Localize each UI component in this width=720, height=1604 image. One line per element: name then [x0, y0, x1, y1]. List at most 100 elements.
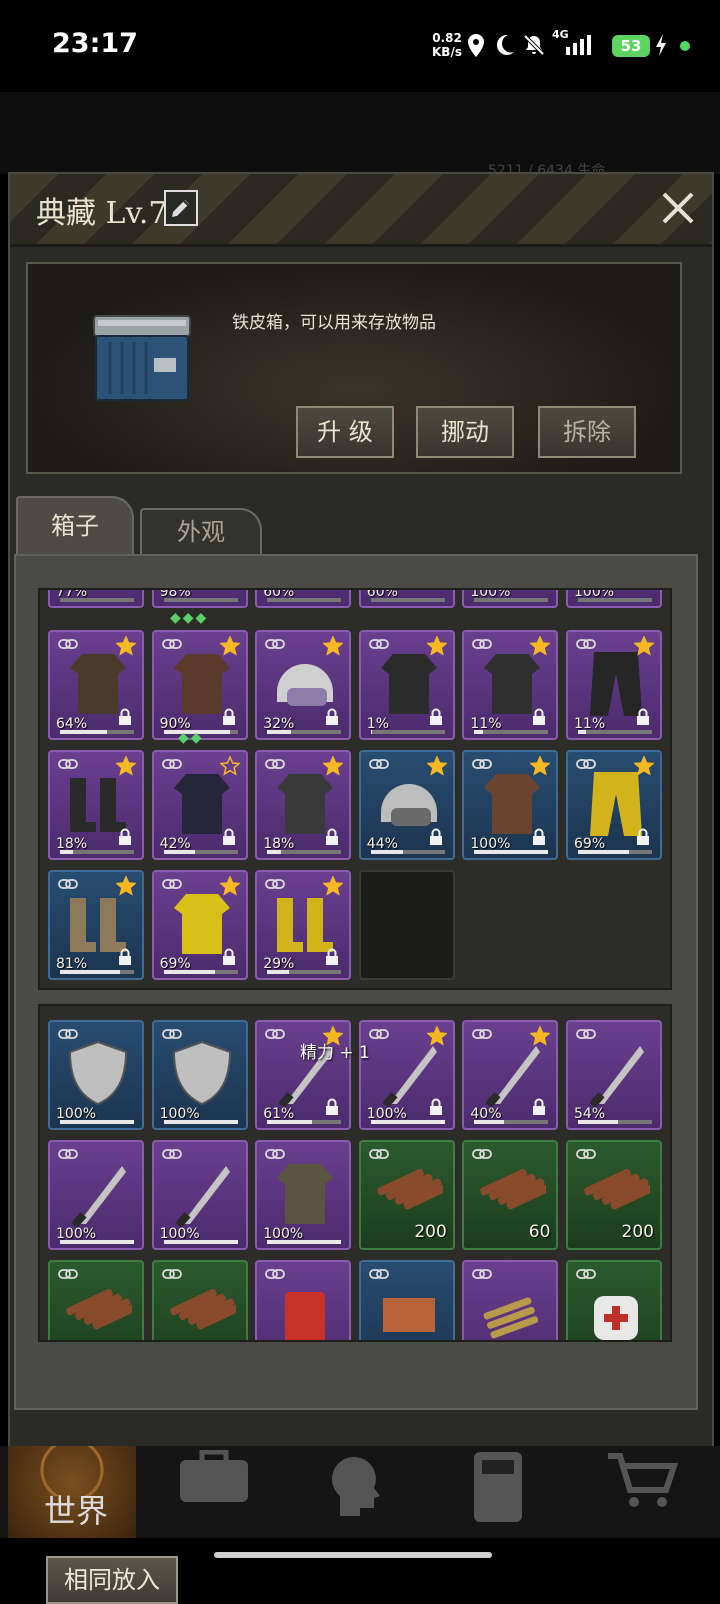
- link-icon: [58, 759, 78, 769]
- wood-icon: [66, 1288, 132, 1330]
- link-icon: [368, 1149, 389, 1159]
- equipment-slot[interactable]: 81%: [48, 870, 144, 980]
- equipment-slot-partial[interactable]: 100%: [566, 590, 662, 608]
- storage-slot[interactable]: 100%: [48, 1020, 144, 1130]
- storage-slot[interactable]: 100%: [48, 1140, 144, 1250]
- star-icon: [530, 756, 551, 776]
- link-icon: [265, 879, 286, 889]
- upgrade-button[interactable]: 升 级: [296, 406, 394, 458]
- durability-percent: 54%: [574, 1106, 606, 1122]
- star-icon: [116, 756, 136, 776]
- storage-slot[interactable]: 100%: [255, 1140, 352, 1250]
- equipment-slot[interactable]: 1%: [358, 630, 455, 740]
- net-speed-value: 0.82: [432, 31, 462, 45]
- durability-percent: 64%: [56, 716, 88, 732]
- storage-slot[interactable]: 100%: [358, 1020, 455, 1130]
- durability-percent: 42%: [159, 836, 191, 852]
- dismantle-button[interactable]: 拆除: [538, 406, 636, 458]
- durability-percent: 69%: [574, 836, 606, 852]
- storage-slot[interactable]: 61%: [255, 1020, 352, 1130]
- close-icon[interactable]: [658, 188, 698, 228]
- dialog-title: 典藏 Lv.7: [36, 196, 168, 231]
- home-indicator[interactable]: [214, 1552, 492, 1558]
- bullets-icon: [484, 1297, 539, 1339]
- phone-icon[interactable]: [470, 1450, 526, 1524]
- equipment-slot[interactable]: 64%: [48, 630, 144, 740]
- tab-content: 77% 98% 60% 60% 100% 100% 64% 90% 32% 1% 11% 11% 18%…: [14, 554, 698, 1604]
- durability-percent: 100%: [470, 588, 511, 600]
- storage-slot[interactable]: [48, 1260, 144, 1340]
- equipment-slot[interactable]: 29%: [255, 870, 352, 980]
- storage-slot[interactable]: 100%: [151, 1140, 248, 1250]
- backpack-icon[interactable]: [176, 1450, 252, 1510]
- mute-bell-icon: [523, 34, 545, 56]
- link-icon: [161, 1029, 182, 1039]
- storage-slot[interactable]: [255, 1260, 352, 1340]
- storage-slot[interactable]: [462, 1260, 559, 1340]
- durability-percent: 44%: [366, 836, 398, 852]
- durability-percent: 100%: [159, 1226, 200, 1242]
- equipment-slot[interactable]: 69%: [566, 750, 662, 860]
- storage-slot[interactable]: 100%: [151, 1020, 248, 1130]
- link-icon: [265, 1029, 286, 1039]
- storage-slot[interactable]: 200: [358, 1140, 455, 1250]
- parka-icon: [277, 1164, 334, 1224]
- storage-slot[interactable]: 60: [462, 1140, 559, 1250]
- bandage-icon: [594, 1296, 638, 1340]
- equipment-slot[interactable]: 69%: [151, 870, 248, 980]
- battery-indicator: 53: [612, 35, 650, 57]
- durability-percent: 29%: [263, 956, 295, 972]
- equipment-slot[interactable]: 18%: [48, 750, 144, 860]
- move-button[interactable]: 挪动: [416, 406, 514, 458]
- machete-icon: [589, 1046, 644, 1108]
- equipment-slot-partial[interactable]: 100%: [462, 588, 559, 608]
- head-skills-icon[interactable]: [320, 1450, 390, 1520]
- iron-chest-icon: [93, 315, 191, 401]
- durability-percent: 60%: [366, 588, 398, 600]
- equipment-slot[interactable]: 11%: [566, 630, 662, 740]
- link-icon: [576, 1269, 596, 1279]
- equipment-slot[interactable]: 42%: [151, 750, 248, 860]
- link-icon: [265, 1149, 286, 1159]
- shopping-cart-icon[interactable]: [606, 1450, 678, 1510]
- nav-world[interactable]: 世界: [8, 1438, 136, 1538]
- equipment-slot[interactable]: 32%: [255, 630, 352, 740]
- star-icon: [323, 636, 344, 656]
- equipment-grid[interactable]: 77% 98% 60% 60% 100% 100% 64% 90% 32% 1% 11% 11% 18%…: [38, 588, 672, 990]
- rename-button[interactable]: [164, 190, 198, 226]
- equipment-slot[interactable]: 11%: [462, 630, 559, 740]
- equipment-slot[interactable]: 90%: [151, 630, 248, 740]
- same-put-in-button[interactable]: 相同放入: [46, 1556, 178, 1604]
- location-icon: [468, 34, 484, 57]
- tab-appearance[interactable]: 外观: [140, 508, 262, 554]
- lock-icon: [326, 1098, 339, 1115]
- equipment-slot[interactable]: 18%: [255, 750, 352, 860]
- equipment-slot-partial[interactable]: 77%: [48, 590, 144, 608]
- machete-icon: [175, 1166, 230, 1228]
- storage-slot[interactable]: 54%: [566, 1020, 662, 1130]
- durability-percent: 98%: [159, 588, 191, 600]
- storage-slot[interactable]: [358, 1260, 455, 1340]
- storage-slot[interactable]: 40%: [462, 1020, 559, 1130]
- equipment-slot[interactable]: 100%: [462, 750, 559, 860]
- equipment-slot-partial[interactable]: 60%: [358, 588, 455, 608]
- item-count: 200: [414, 1222, 447, 1242]
- link-icon: [576, 759, 596, 769]
- storage-slot[interactable]: [151, 1260, 248, 1340]
- durability-percent: 100%: [56, 1106, 97, 1122]
- storage-slot[interactable]: 200: [566, 1140, 662, 1250]
- durability-percent: 100%: [263, 1226, 304, 1242]
- pencil-icon: [172, 200, 189, 217]
- equipment-slot[interactable]: 44%: [358, 750, 455, 860]
- net-speed: 0.82 KB/s: [432, 31, 462, 59]
- equipment-slot-partial[interactable]: 60%: [255, 588, 352, 608]
- durability-percent: 60%: [263, 588, 295, 600]
- equipment-slot-partial[interactable]: 98%: [151, 588, 248, 608]
- star-icon: [426, 756, 447, 776]
- tab-box[interactable]: 箱子: [16, 496, 134, 556]
- lock-icon: [429, 1098, 442, 1115]
- storage-slot[interactable]: [566, 1260, 662, 1340]
- link-icon: [58, 1149, 78, 1159]
- star-icon: [530, 636, 551, 656]
- upgrade-pips: ◆◆: [178, 730, 204, 746]
